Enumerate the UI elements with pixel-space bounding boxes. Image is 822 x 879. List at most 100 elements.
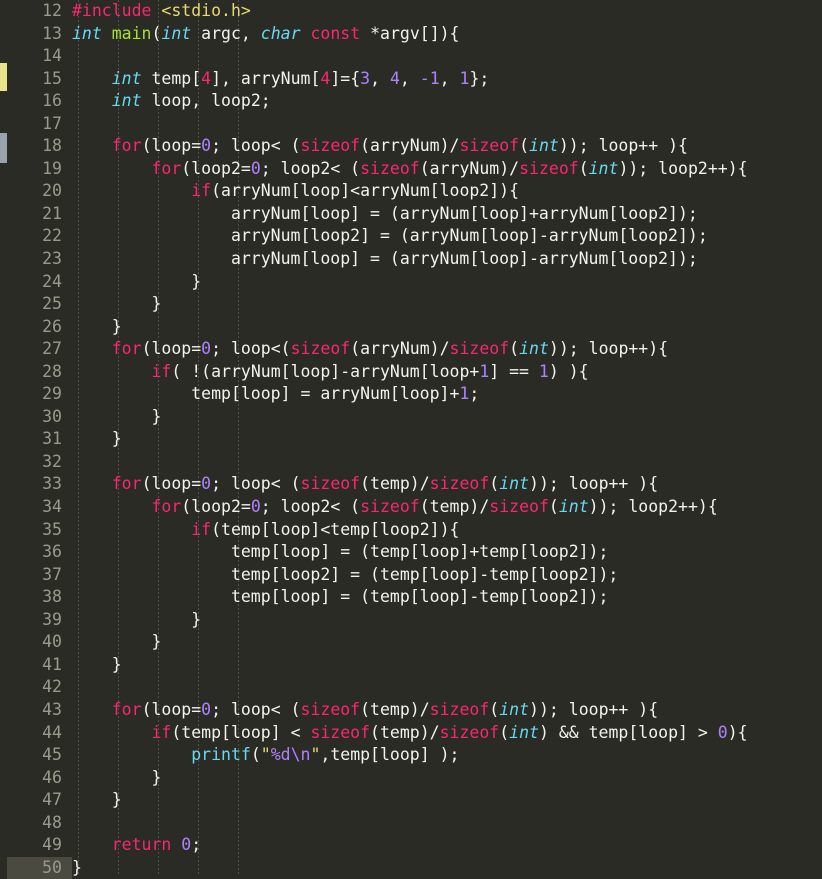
line-content[interactable]: }: [72, 631, 161, 654]
code-line[interactable]: 40 }: [0, 631, 822, 654]
line-number[interactable]: 13: [0, 23, 62, 46]
line-number[interactable]: 49: [0, 834, 62, 857]
code-line[interactable]: 28 if( !(arryNum[loop]-arryNum[loop+1] =…: [0, 361, 822, 384]
code-line[interactable]: 41 }: [0, 654, 822, 677]
code-line[interactable]: 30 }: [0, 406, 822, 429]
line-number[interactable]: 22: [0, 225, 62, 248]
code-line[interactable]: 35 if(temp[loop]<temp[loop2]){: [0, 519, 822, 542]
code-line[interactable]: 21 arryNum[loop] = (arryNum[loop]+arryNu…: [0, 203, 822, 226]
line-number[interactable]: 21: [0, 203, 62, 226]
line-number[interactable]: 31: [0, 428, 62, 451]
line-content[interactable]: }: [72, 857, 82, 879]
line-content[interactable]: printf("%d\n",temp[loop] );: [72, 744, 459, 767]
line-content[interactable]: if(temp[loop]<temp[loop2]){: [72, 519, 459, 542]
line-content[interactable]: temp[loop] = arryNum[loop]+1;: [72, 383, 479, 406]
code-line[interactable]: 17: [0, 113, 822, 136]
line-content[interactable]: }: [72, 428, 122, 451]
line-number[interactable]: 20: [0, 180, 62, 203]
code-line[interactable]: 24 }: [0, 271, 822, 294]
code-line[interactable]: 22 arryNum[loop2] = (arryNum[loop]-arryN…: [0, 225, 822, 248]
code-line[interactable]: 36 temp[loop] = (temp[loop]+temp[loop2])…: [0, 541, 822, 564]
line-content[interactable]: }: [72, 654, 122, 677]
line-number[interactable]: 28: [0, 361, 62, 384]
line-content[interactable]: }: [72, 767, 161, 790]
code-line[interactable]: 44 if(temp[loop] < sizeof(temp)/sizeof(i…: [0, 722, 822, 745]
line-content[interactable]: if(temp[loop] < sizeof(temp)/sizeof(int)…: [72, 722, 747, 745]
code-line[interactable]: 46 }: [0, 767, 822, 790]
line-content[interactable]: for(loop2=0; loop2< (sizeof(arryNum)/siz…: [72, 158, 747, 181]
line-number[interactable]: 14: [0, 45, 62, 68]
line-number[interactable]: 19: [0, 158, 62, 181]
code-line[interactable]: 47 }: [0, 789, 822, 812]
line-number[interactable]: 38: [0, 586, 62, 609]
line-content[interactable]: for(loop2=0; loop2< (sizeof(temp)/sizeof…: [72, 496, 717, 519]
code-line[interactable]: 20 if(arryNum[loop]<arryNum[loop2]){: [0, 180, 822, 203]
code-line[interactable]: 12 #include <stdio.h>: [0, 0, 822, 23]
line-number[interactable]: 36: [0, 541, 62, 564]
code-line[interactable]: 38 temp[loop] = (temp[loop]-temp[loop2])…: [0, 586, 822, 609]
line-number[interactable]: 26: [0, 316, 62, 339]
line-number[interactable]: 34: [0, 496, 62, 519]
line-content[interactable]: }: [72, 316, 122, 339]
line-number[interactable]: 27: [0, 338, 62, 361]
line-number[interactable]: 17: [0, 113, 62, 136]
line-number[interactable]: 33: [0, 473, 62, 496]
code-lines-container[interactable]: 12 #include <stdio.h> 13 int main(int argc,…: [0, 0, 822, 879]
line-content[interactable]: arryNum[loop] = (arryNum[loop]-arryNum[l…: [72, 248, 698, 271]
line-content[interactable]: }: [72, 271, 201, 294]
code-line[interactable]: 18 for(loop=0; loop< (sizeof(arryNum)/si…: [0, 135, 822, 158]
line-content[interactable]: #include <stdio.h>: [72, 0, 251, 23]
line-number[interactable]: 46: [0, 767, 62, 790]
code-editor[interactable]: 12 #include <stdio.h> 13 int main(int argc,…: [0, 0, 822, 879]
line-number[interactable]: 50: [0, 857, 62, 879]
code-line[interactable]: 25 }: [0, 293, 822, 316]
line-content[interactable]: }: [72, 293, 161, 316]
line-number[interactable]: 47: [0, 789, 62, 812]
code-line[interactable]: 23 arryNum[loop] = (arryNum[loop]-arryNu…: [0, 248, 822, 271]
line-number[interactable]: 45: [0, 744, 62, 767]
line-number[interactable]: 18: [0, 135, 62, 158]
line-content[interactable]: int main(int argc, char const *argv[]){: [72, 23, 460, 46]
line-number[interactable]: 41: [0, 654, 62, 677]
code-line[interactable]: 32: [0, 451, 822, 474]
line-number[interactable]: 35: [0, 519, 62, 542]
code-line[interactable]: 19 for(loop2=0; loop2< (sizeof(arryNum)/…: [0, 158, 822, 181]
code-line[interactable]: 13 int main(int argc, char const *argv[])…: [0, 23, 822, 46]
line-content[interactable]: temp[loop] = (temp[loop]-temp[loop2]);: [72, 586, 609, 609]
line-content[interactable]: }: [72, 609, 201, 632]
line-number[interactable]: 37: [0, 564, 62, 587]
line-content[interactable]: }: [72, 406, 161, 429]
code-line[interactable]: 34 for(loop2=0; loop2< (sizeof(temp)/siz…: [0, 496, 822, 519]
line-number[interactable]: 12: [0, 0, 62, 23]
line-content[interactable]: arryNum[loop2] = (arryNum[loop]-arryNum[…: [72, 225, 708, 248]
line-number[interactable]: 29: [0, 383, 62, 406]
line-content[interactable]: if( !(arryNum[loop]-arryNum[loop+1] == 1…: [72, 361, 588, 384]
line-number[interactable]: 16: [0, 90, 62, 113]
line-content[interactable]: int temp[4], arryNum[4]={3, 4, -1, 1};: [72, 68, 490, 91]
line-content[interactable]: arryNum[loop] = (arryNum[loop]+arryNum[l…: [72, 203, 698, 226]
line-number[interactable]: 24: [0, 271, 62, 294]
line-number[interactable]: 39: [0, 609, 62, 632]
line-number[interactable]: 25: [0, 293, 62, 316]
code-line[interactable]: 27 for(loop=0; loop<(sizeof(arryNum)/siz…: [0, 338, 822, 361]
line-number[interactable]: 43: [0, 699, 62, 722]
line-number[interactable]: 42: [0, 676, 62, 699]
line-number[interactable]: 30: [0, 406, 62, 429]
code-line[interactable]: 26 }: [0, 316, 822, 339]
code-line[interactable]: 42: [0, 676, 822, 699]
line-content[interactable]: for(loop=0; loop< (sizeof(temp)/sizeof(i…: [72, 473, 658, 496]
line-number[interactable]: 44: [0, 722, 62, 745]
line-number[interactable]: 15: [0, 68, 62, 91]
code-line[interactable]: 48: [0, 812, 822, 835]
code-line[interactable]: 33 for(loop=0; loop< (sizeof(temp)/sizeo…: [0, 473, 822, 496]
line-content[interactable]: return 0;: [72, 834, 201, 857]
line-content[interactable]: temp[loop2] = (temp[loop]-temp[loop2]);: [72, 564, 618, 587]
line-content[interactable]: int loop, loop2;: [72, 90, 271, 113]
line-content[interactable]: if(arryNum[loop]<arryNum[loop2]){: [72, 180, 519, 203]
line-number[interactable]: 40: [0, 631, 62, 654]
line-content[interactable]: for(loop=0; loop< (sizeof(temp)/sizeof(i…: [72, 699, 658, 722]
line-number[interactable]: 23: [0, 248, 62, 271]
code-line[interactable]: 16 int loop, loop2;: [0, 90, 822, 113]
line-number[interactable]: 32: [0, 451, 62, 474]
code-line[interactable]: 15 int temp[4], arryNum[4]={3, 4, -1, 1}…: [0, 68, 822, 91]
